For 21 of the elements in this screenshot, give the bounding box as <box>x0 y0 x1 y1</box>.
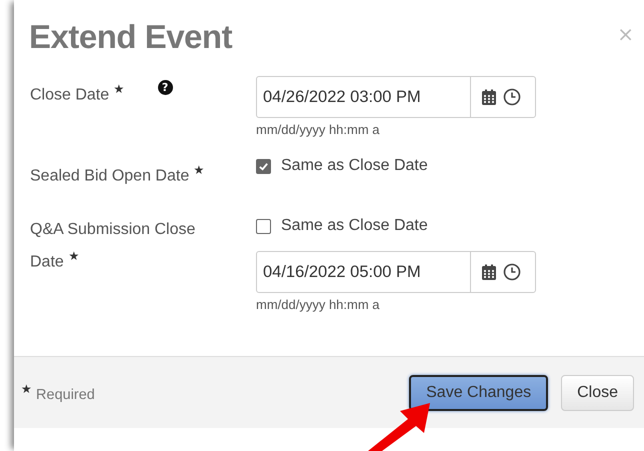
checkbox[interactable] <box>256 158 271 174</box>
help-icon[interactable]: ? <box>158 80 173 95</box>
save-button[interactable]: Save Changes <box>409 374 548 410</box>
field-label: Sealed Bid Open Date $^{★}$ <box>30 162 205 186</box>
close-button[interactable]: Close <box>561 374 634 410</box>
checkbox-label: Same as Close Date <box>281 157 428 175</box>
checkbox-label: Same as Close Date <box>281 217 428 236</box>
date-time-field[interactable]: 04/16/2022 05:00 PM <box>256 251 536 294</box>
clock-icon[interactable] <box>503 88 521 106</box>
clock-icon[interactable] <box>503 263 521 282</box>
date-time-field[interactable]: 04/26/2022 03:00 PM <box>256 76 536 118</box>
checkbox[interactable] <box>256 218 271 234</box>
field-label: Close Date $^{★}$ <box>30 81 125 106</box>
format-hint: mm/dd/yyyy hh:mm a <box>256 297 381 312</box>
calendar-icon[interactable] <box>481 88 497 106</box>
calendar-icon[interactable] <box>481 264 497 281</box>
dialog-title: Extend Event <box>29 18 232 56</box>
required-note: $^{★}$ Required <box>21 382 95 403</box>
checkmark-icon <box>258 160 269 172</box>
field-label: Q&A Submission Close Date $^{★}$ <box>30 220 196 273</box>
format-hint: mm/dd/yyyy hh:mm a <box>256 122 381 137</box>
